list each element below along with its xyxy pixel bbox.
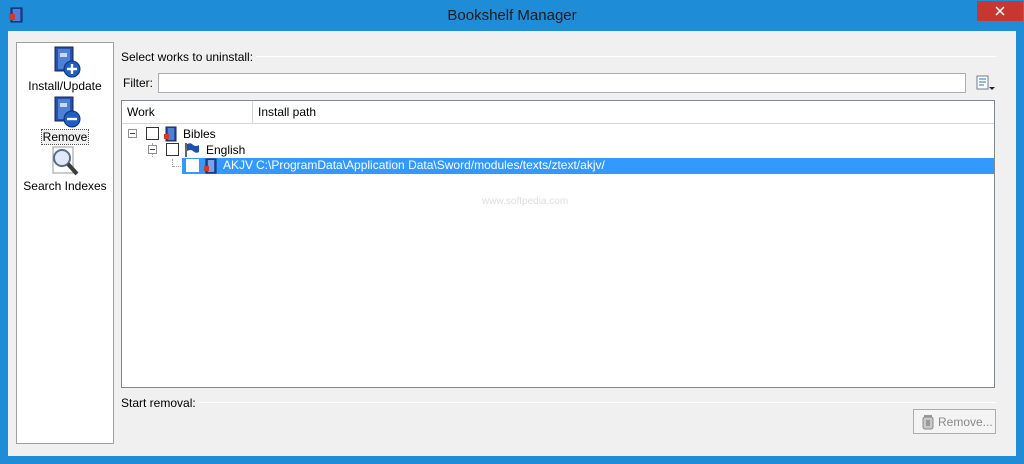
book-add-icon [54, 46, 81, 78]
sidebar: Install/Update Remove Search Indexes [16, 42, 114, 444]
sidebar-item-remove[interactable]: Remove [18, 95, 112, 145]
filter-input[interactable] [158, 73, 966, 93]
checkbox-akjv[interactable] [186, 159, 199, 172]
select-works-label: Select works to uninstall: [121, 50, 257, 64]
window-title: Bookshelf Manager [447, 7, 577, 24]
tree-row-english[interactable]: English [122, 142, 994, 158]
filter-label: Filter: [123, 76, 153, 90]
book-remove-icon [54, 96, 81, 128]
close-icon [995, 6, 1005, 16]
group-separator [121, 402, 996, 403]
checkbox-english[interactable] [166, 143, 179, 156]
book-icon [164, 126, 177, 142]
tree-header: Work Install path [122, 101, 994, 124]
magnifier-icon [52, 146, 79, 176]
install-path-cell: C:\ProgramData\Application Data\Sword/mo… [256, 158, 605, 172]
book-icon [204, 158, 217, 174]
column-header-work[interactable]: Work [122, 101, 253, 124]
flag-icon [185, 143, 199, 157]
sidebar-item-label: Install/Update [28, 79, 102, 93]
tree-node-label: Bibles [183, 127, 216, 141]
checkbox-bibles[interactable] [146, 127, 159, 140]
tree-row-bibles[interactable]: Bibles [122, 126, 994, 142]
sidebar-item-install-update[interactable]: Install/Update [18, 45, 112, 93]
sidebar-item-label: Remove [40, 129, 90, 145]
filter-options-icon[interactable] [974, 74, 996, 93]
remove-icon [922, 415, 934, 430]
title-bar[interactable]: Bookshelf Manager [0, 0, 1024, 30]
bookshelf-manager-window: Bookshelf Manager Install/Update Remove … [0, 0, 1024, 464]
start-removal-label: Start removal: [121, 396, 199, 410]
sidebar-item-search-indexes[interactable]: Search Indexes [18, 145, 112, 193]
remove-button[interactable]: Remove... [913, 409, 996, 434]
remove-button-label: Remove... [938, 415, 993, 429]
watermark: www.softpedia.com [482, 196, 569, 207]
close-button[interactable] [977, 1, 1023, 21]
collapse-toggle[interactable] [128, 129, 137, 138]
collapse-toggle[interactable] [148, 145, 157, 154]
column-header-install-path[interactable]: Install path [253, 101, 994, 124]
works-tree-list[interactable]: Work Install path Bibles English AKJV C:… [121, 100, 995, 388]
tree-node-label: AKJV [223, 158, 254, 172]
client-area: Install/Update Remove Search Indexes Sel… [8, 31, 1016, 456]
sidebar-item-label: Search Indexes [23, 179, 107, 193]
tree-node-label: English [206, 143, 246, 157]
tree-row-akjv[interactable]: AKJV C:\ProgramData\Application Data\Swo… [182, 158, 994, 174]
